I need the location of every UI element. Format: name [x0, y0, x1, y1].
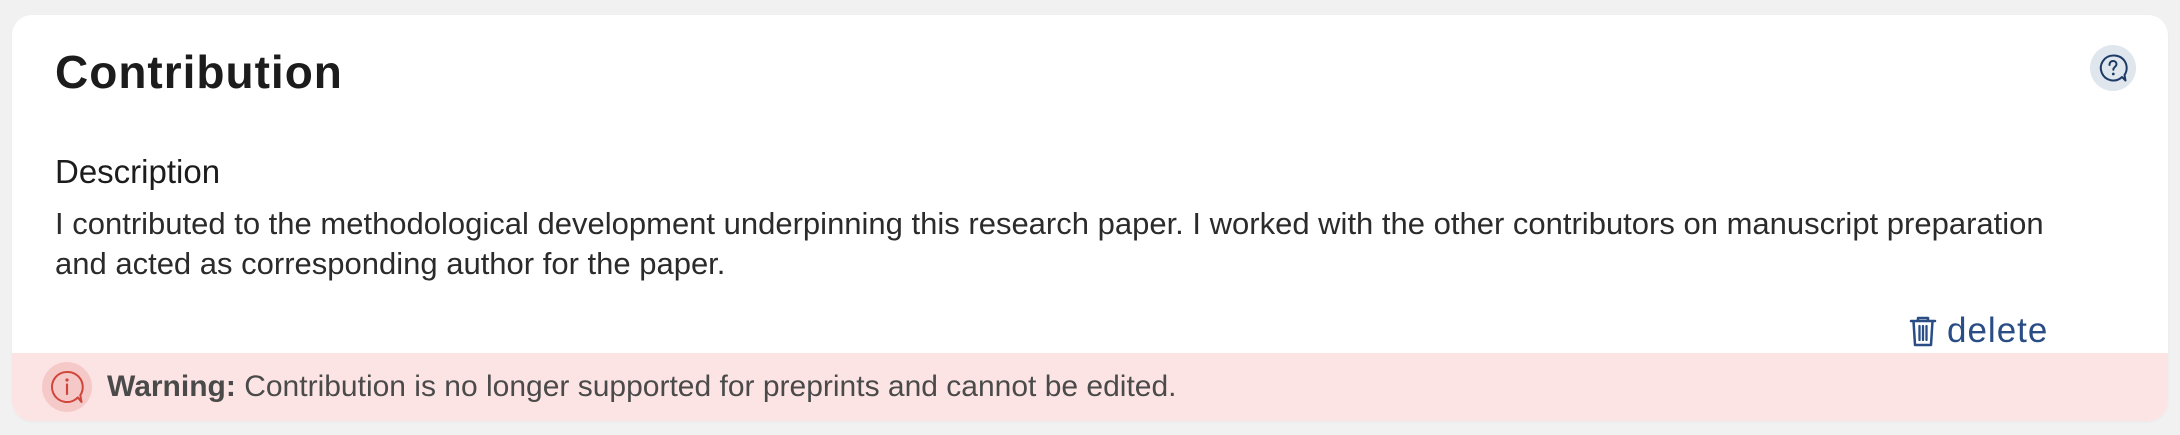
info-alert-icon — [51, 370, 84, 403]
delete-label: delete — [1947, 311, 2049, 350]
help-button[interactable] — [2090, 45, 2136, 91]
description-heading: Description — [55, 153, 221, 190]
description-text: I contributed to the methodological deve… — [55, 206, 2044, 281]
warning-banner: Warning: Contribution is no longer suppo… — [12, 353, 2168, 421]
delete-button[interactable]: delete — [1907, 311, 2048, 351]
contribution-card: Contribution Description I contributed t… — [12, 15, 2168, 421]
warning-icon-wrap — [42, 362, 92, 412]
warning-message: Contribution is no longer supported for … — [235, 370, 1177, 403]
trash-icon — [1909, 316, 1937, 347]
warning-label: Warning: — [107, 370, 236, 403]
warning-text: Warning: Contribution is no longer suppo… — [107, 369, 1176, 405]
help-chat-icon — [2099, 54, 2128, 82]
page-title: Contribution — [55, 46, 343, 98]
